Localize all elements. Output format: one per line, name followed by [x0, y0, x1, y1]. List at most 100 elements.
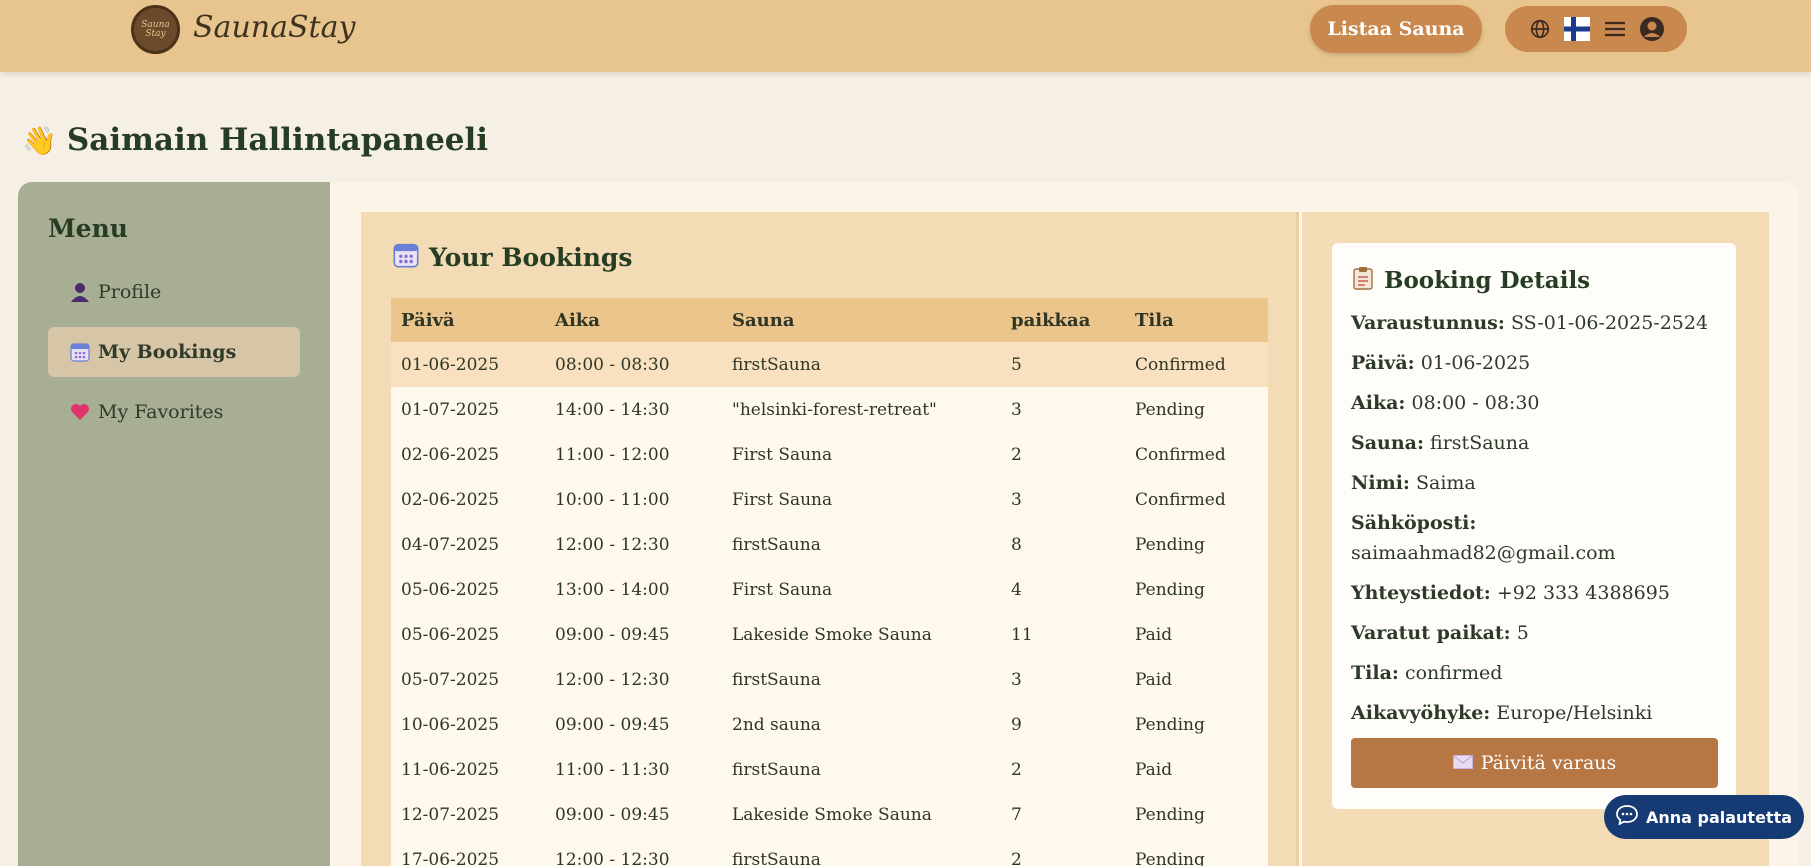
table-row[interactable]: 02-06-2025 10:00 - 11:00 First Sauna 3 Confi… [391, 477, 1268, 522]
cell-seats: 7 [1001, 792, 1125, 837]
cell-sauna: firstSauna [722, 837, 1001, 866]
cell-status: Pending [1125, 837, 1268, 866]
update-booking-button[interactable]: Päivitä varaus [1351, 738, 1718, 788]
cell-sauna: Lakeside Smoke Sauna [722, 792, 1001, 837]
sidebar-item-label: My Favorites [98, 401, 224, 423]
brand-logo[interactable]: Sauna Stay [131, 5, 180, 54]
table-row[interactable]: 11-06-2025 11:00 - 11:30 firstSauna 2 Paid [391, 747, 1268, 792]
cell-status: Pending [1125, 567, 1268, 612]
list-sauna-button[interactable]: Listaa Sauna [1310, 5, 1482, 53]
cell-date: 05-06-2025 [391, 567, 545, 612]
column-header-seats: paikkaa [1001, 298, 1125, 342]
cell-status: Paid [1125, 657, 1268, 702]
brand-name[interactable]: SaunaStay [193, 10, 355, 45]
cell-sauna: First Sauna [722, 477, 1001, 522]
detail-email: Sähköposti: saimaahmad82@gmail.com [1351, 512, 1616, 564]
column-header-sauna: Sauna [722, 298, 1001, 342]
header-tools [1505, 6, 1687, 52]
sidebar-item-my-bookings[interactable]: My Bookings [48, 327, 300, 377]
globe-icon[interactable] [1527, 16, 1553, 42]
cell-sauna: First Sauna [722, 432, 1001, 477]
details-header: Booking Details [1352, 266, 1590, 294]
cell-sauna: firstSauna [722, 747, 1001, 792]
cell-status: Pending [1125, 387, 1268, 432]
table-row[interactable]: 12-07-2025 09:00 - 09:45 Lakeside Smoke Sa… [391, 792, 1268, 837]
table-header-row: Päivä Aika Sauna paikkaa Tila [391, 298, 1268, 342]
cell-sauna: 2nd sauna [722, 702, 1001, 747]
cell-status: Pending [1125, 522, 1268, 567]
cell-time: 08:00 - 08:30 [545, 342, 722, 387]
cell-sauna: Lakeside Smoke Sauna [722, 612, 1001, 657]
hamburger-menu-icon[interactable] [1602, 16, 1628, 42]
cell-seats: 2 [1001, 837, 1125, 866]
table-row[interactable]: 17-06-2025 12:00 - 12:30 firstSauna 2 Pendin… [391, 837, 1268, 866]
column-header-time: Aika [545, 298, 722, 342]
logo-text: Sauna Stay [141, 19, 170, 39]
detail-sauna: Sauna: firstSauna [1351, 432, 1530, 454]
calendar-icon [393, 242, 419, 272]
cell-date: 04-07-2025 [391, 522, 545, 567]
table-row[interactable]: 05-07-2025 12:00 - 12:30 firstSauna 3 Paid [391, 657, 1268, 702]
cell-seats: 5 [1001, 342, 1125, 387]
cell-time: 09:00 - 09:45 [545, 702, 722, 747]
detail-booking-id: Varaustunnus: SS-01-06-2025-2524 [1351, 312, 1709, 334]
cell-date: 12-07-2025 [391, 792, 545, 837]
feedback-button[interactable]: Anna palautetta [1604, 795, 1804, 839]
cell-time: 12:00 - 12:30 [545, 522, 722, 567]
cell-status: Confirmed [1125, 477, 1268, 522]
envelope-icon [1452, 752, 1473, 774]
bookings-header: Your Bookings [393, 242, 632, 272]
cell-date: 10-06-2025 [391, 702, 545, 747]
update-booking-label: Päivitä varaus [1480, 752, 1617, 774]
table-row[interactable]: 05-06-2025 13:00 - 14:00 First Sauna 4 Pendi… [391, 567, 1268, 612]
cell-date: 17-06-2025 [391, 837, 545, 866]
detail-status: Tila: confirmed [1351, 662, 1503, 684]
cell-time: 10:00 - 11:00 [545, 477, 722, 522]
cell-seats: 8 [1001, 522, 1125, 567]
cell-time: 11:00 - 12:00 [545, 432, 722, 477]
table-row[interactable]: 02-06-2025 11:00 - 12:00 First Sauna 2 Confi… [391, 432, 1268, 477]
cell-date: 01-06-2025 [391, 342, 545, 387]
column-header-date: Päivä [391, 298, 545, 342]
column-header-status: Tila [1125, 298, 1268, 342]
detail-seats: Varatut paikat: 5 [1351, 622, 1529, 644]
sidebar-item-label: My Bookings [98, 341, 237, 363]
cell-status: Pending [1125, 792, 1268, 837]
cell-seats: 3 [1001, 387, 1125, 432]
detail-timezone: Aikavyöhyke: Europe/Helsinki [1351, 702, 1653, 724]
cell-time: 11:00 - 11:30 [545, 747, 722, 792]
cell-sauna: "helsinki-forest-retreat" [722, 387, 1001, 432]
cell-status: Confirmed [1125, 342, 1268, 387]
cell-time: 09:00 - 09:45 [545, 792, 722, 837]
cell-date: 05-07-2025 [391, 657, 545, 702]
cell-seats: 11 [1001, 612, 1125, 657]
cell-sauna: firstSauna [722, 522, 1001, 567]
detail-time: Aika: 08:00 - 08:30 [1351, 392, 1540, 414]
bookings-table: Päivä Aika Sauna paikkaa Tila 01-06-2025… [391, 298, 1268, 866]
clipboard-icon [1352, 266, 1374, 294]
table-row[interactable]: 04-07-2025 12:00 - 12:30 firstSauna 8 Pendin… [391, 522, 1268, 567]
cell-date: 01-07-2025 [391, 387, 545, 432]
sidebar-item-my-favorites[interactable]: My Favorites [48, 387, 300, 437]
cell-time: 14:00 - 14:30 [545, 387, 722, 432]
detail-contact: Yhteystiedot: +92 333 4388695 [1351, 582, 1670, 604]
table-row[interactable]: 10-06-2025 09:00 - 09:45 2nd sauna 9 Pending [391, 702, 1268, 747]
cell-sauna: firstSauna [722, 657, 1001, 702]
detail-name: Nimi: Saima [1351, 472, 1476, 494]
detail-date: Päivä: 01-06-2025 [1351, 352, 1531, 374]
cell-sauna: firstSauna [722, 342, 1001, 387]
calendar-icon [70, 342, 90, 362]
user-circle-icon[interactable] [1639, 16, 1665, 42]
cell-seats: 2 [1001, 747, 1125, 792]
cell-time: 09:00 - 09:45 [545, 612, 722, 657]
cell-date: 02-06-2025 [391, 477, 545, 522]
finland-flag-icon[interactable] [1564, 16, 1591, 42]
table-row[interactable]: 01-07-2025 14:00 - 14:30 "helsinki-forest-… [391, 387, 1268, 432]
cell-date: 02-06-2025 [391, 432, 545, 477]
details-title: Booking Details [1384, 266, 1591, 294]
table-row[interactable]: 05-06-2025 09:00 - 09:45 Lakeside Smoke Sa… [391, 612, 1268, 657]
cell-time: 13:00 - 14:00 [545, 567, 722, 612]
cell-time: 12:00 - 12:30 [545, 837, 722, 866]
sidebar-item-profile[interactable]: Profile [48, 267, 300, 317]
table-row[interactable]: 01-06-2025 08:00 - 08:30 firstSauna 5 Confir… [391, 342, 1268, 387]
